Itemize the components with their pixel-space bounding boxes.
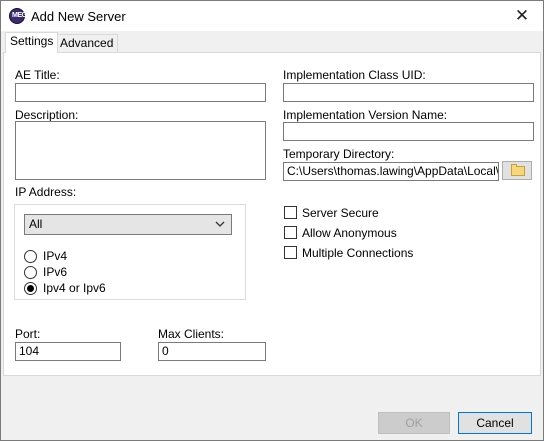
radio-ipv4-or-ipv6-label: Ipv4 or Ipv6 xyxy=(43,281,106,295)
folder-icon xyxy=(511,164,525,176)
radio-ipv6-label: IPv6 xyxy=(43,265,68,279)
temp-dir-input[interactable]: C:\Users\thomas.lawing\AppData\Local\Tem… xyxy=(283,162,499,181)
ip-address-group: All IPv4 IPv6 Ipv4 or Ipv6 xyxy=(14,204,246,300)
impl-version-label: Implementation Version Name: xyxy=(283,108,448,122)
impl-class-uid-label: Implementation Class UID: xyxy=(283,68,426,82)
ip-address-dropdown-value: All xyxy=(29,217,43,231)
browse-folder-button[interactable] xyxy=(502,161,532,180)
checkbox-allow-anonymous[interactable] xyxy=(284,226,297,239)
ok-button[interactable]: OK xyxy=(378,412,450,434)
port-label: Port: xyxy=(15,327,41,341)
port-input[interactable]: 104 xyxy=(15,342,121,361)
checkbox-allow-anonymous-label: Allow Anonymous xyxy=(302,226,397,240)
ae-title-label: AE Title: xyxy=(15,68,60,82)
ae-title-input[interactable] xyxy=(15,83,266,102)
window-title: Add New Server xyxy=(31,9,126,24)
cancel-button[interactable]: Cancel xyxy=(458,412,532,434)
description-label: Description: xyxy=(15,108,79,122)
checkbox-server-secure-label: Server Secure xyxy=(302,206,379,220)
checkbox-multiple-connections[interactable] xyxy=(284,246,297,259)
tab-strip: Settings Advanced xyxy=(1,32,543,53)
description-textarea[interactable] xyxy=(15,121,266,180)
title-bar: MEG Add New Server ✕ xyxy=(1,1,543,31)
app-logo-text: MEG xyxy=(12,12,27,19)
radio-ipv6[interactable] xyxy=(24,266,37,279)
ip-address-dropdown[interactable]: All xyxy=(24,214,232,235)
ip-address-label: IP Address: xyxy=(15,185,77,199)
tab-advanced[interactable]: Advanced xyxy=(55,34,119,52)
max-clients-input[interactable]: 0 xyxy=(158,342,266,361)
close-icon: ✕ xyxy=(514,6,530,25)
close-button[interactable]: ✕ xyxy=(501,1,543,31)
impl-class-uid-input[interactable] xyxy=(283,83,534,102)
app-logo-icon: MEG xyxy=(9,8,27,24)
impl-version-input[interactable] xyxy=(283,122,534,141)
chevron-down-icon xyxy=(215,221,225,227)
tab-settings[interactable]: Settings xyxy=(5,32,59,53)
checkbox-server-secure[interactable] xyxy=(284,206,297,219)
radio-ipv4-label: IPv4 xyxy=(43,249,68,263)
settings-panel: AE Title: Description: IP Address: All I… xyxy=(3,52,541,376)
temp-dir-label: Temporary Directory: xyxy=(283,147,395,161)
radio-ipv4[interactable] xyxy=(24,250,37,263)
add-server-dialog: MEG Add New Server ✕ Settings Advanced A… xyxy=(0,0,544,441)
checkbox-multiple-connections-label: Multiple Connections xyxy=(302,246,414,260)
radio-ipv4-or-ipv6[interactable] xyxy=(24,282,37,295)
max-clients-label: Max Clients: xyxy=(158,327,225,341)
